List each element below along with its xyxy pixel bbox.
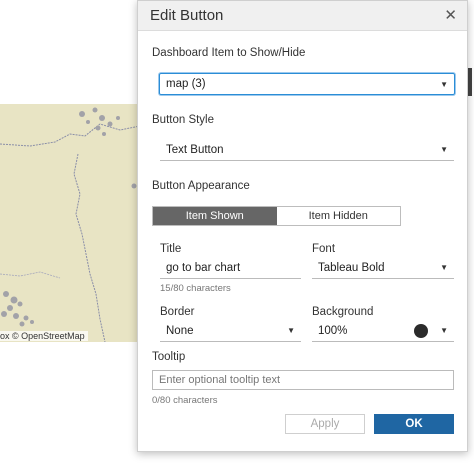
- ok-button[interactable]: OK: [374, 414, 454, 434]
- background-select[interactable]: 100% ▼: [312, 320, 454, 342]
- edit-button-dialog: Edit Button ✕ Dashboard Item to Show/Hid…: [137, 0, 468, 452]
- font-select[interactable]: Tableau Bold ▼: [312, 257, 454, 279]
- map-canvas: [0, 104, 140, 342]
- color-swatch[interactable]: [414, 323, 429, 338]
- chevron-down-icon: ▼: [440, 145, 448, 154]
- chevron-down-icon: ▼: [440, 79, 448, 89]
- chevron-down-icon: ▼: [287, 326, 295, 335]
- button-style-value: Text Button: [166, 143, 224, 156]
- dashboard-item-value: map (3): [166, 78, 206, 90]
- map-attribution[interactable]: ox © OpenStreetMap: [0, 331, 88, 341]
- tooltip-label: Tooltip: [152, 351, 186, 363]
- background-label: Background: [312, 306, 374, 318]
- tab-item-hidden[interactable]: Item Hidden: [276, 207, 400, 225]
- border-select[interactable]: None ▼: [160, 320, 301, 342]
- title-char-count: 15/80 characters: [160, 283, 231, 294]
- button-style-select[interactable]: Text Button ▼: [160, 139, 454, 161]
- dashboard-item-label: Dashboard Item to Show/Hide: [152, 47, 306, 59]
- close-icon[interactable]: ✕: [444, 8, 457, 23]
- scrollbar-handle[interactable]: [468, 68, 472, 96]
- appearance-toggle: Item Shown Item Hidden: [152, 206, 401, 226]
- background-opacity-value: 100%: [318, 324, 348, 337]
- chevron-down-icon: ▼: [440, 326, 448, 335]
- title-input[interactable]: go to bar chart: [160, 257, 301, 279]
- border-value: None: [166, 324, 194, 337]
- font-value: Tableau Bold: [318, 261, 385, 274]
- border-label: Border: [160, 306, 195, 318]
- tab-item-shown[interactable]: Item Shown: [153, 207, 277, 225]
- map-view[interactable]: ox © OpenStreetMap: [0, 104, 140, 342]
- background-color-control: ▼: [414, 323, 448, 338]
- title-label: Title: [160, 243, 182, 255]
- tooltip-input[interactable]: Enter optional tooltip text: [152, 370, 454, 390]
- button-appearance-label: Button Appearance: [152, 180, 250, 192]
- chevron-down-icon: ▼: [440, 263, 448, 272]
- apply-button[interactable]: Apply: [285, 414, 365, 434]
- dashboard-item-select[interactable]: map (3) ▼: [159, 73, 455, 95]
- button-style-label: Button Style: [152, 114, 215, 126]
- dialog-header: Edit Button ✕: [138, 1, 467, 31]
- tooltip-char-count: 0/80 characters: [152, 395, 218, 406]
- font-label: Font: [312, 243, 336, 255]
- dialog-title: Edit Button: [150, 7, 224, 24]
